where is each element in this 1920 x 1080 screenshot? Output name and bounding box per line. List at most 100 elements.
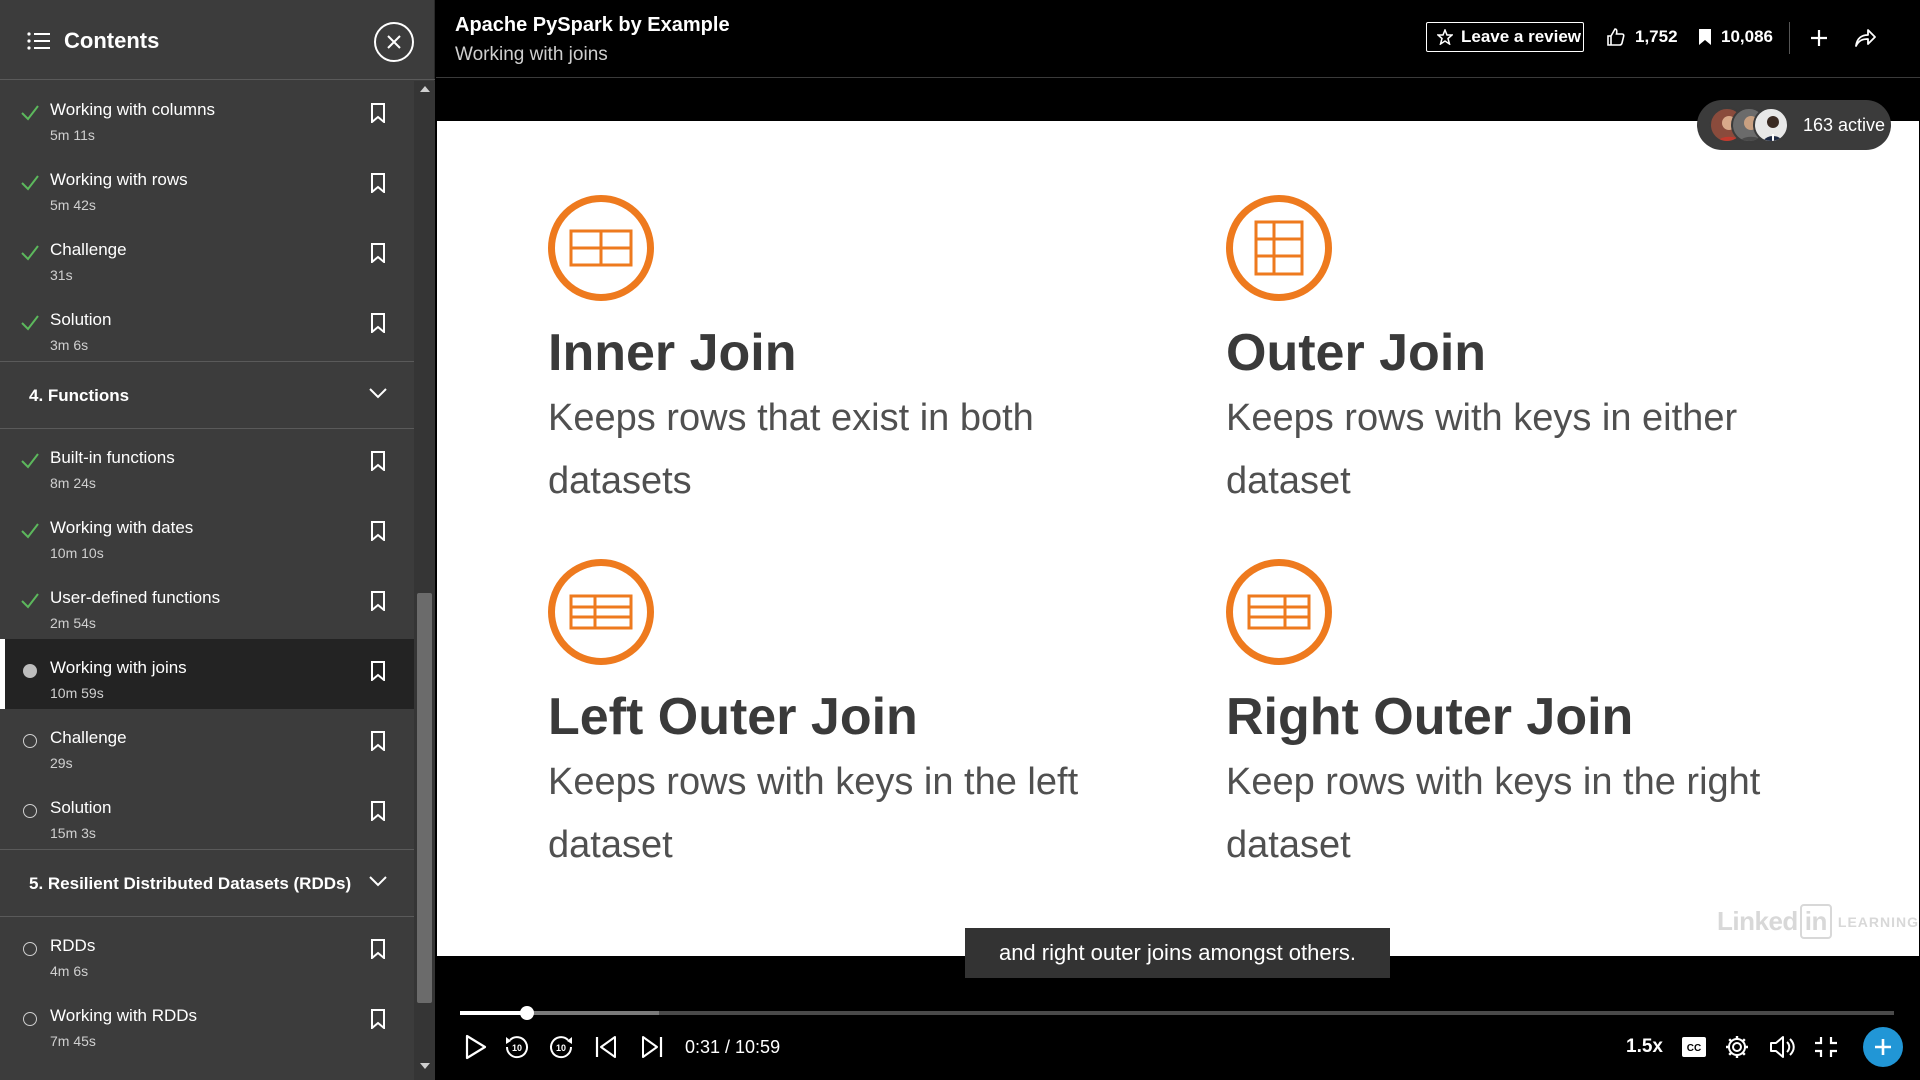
item-label: Solution xyxy=(50,310,112,329)
check-icon xyxy=(21,593,39,609)
active-learners-badge[interactable]: 163 active xyxy=(1697,100,1891,150)
watermark-in: in xyxy=(1799,904,1832,939)
bookmark-icon[interactable] xyxy=(370,591,386,611)
chevron-down-icon xyxy=(369,388,387,399)
sidebar-scrollbar[interactable] xyxy=(414,81,435,1080)
item-label: Working with dates xyxy=(50,518,194,537)
divider xyxy=(1789,22,1790,54)
close-sidebar-button[interactable] xyxy=(374,22,414,62)
bookmark-icon[interactable] xyxy=(370,243,386,263)
list-item[interactable]: Working with dates 10m 10s xyxy=(0,499,414,569)
share-icon[interactable] xyxy=(1854,27,1876,49)
bookmark-icon[interactable] xyxy=(370,801,386,821)
like-button[interactable]: 1,752 xyxy=(1606,27,1678,47)
item-label: Solution xyxy=(50,798,112,817)
table-icon xyxy=(1226,559,1332,665)
left-outer-join-desc: Keeps rows with keys in the left dataset xyxy=(548,761,1079,866)
bookmark-icon[interactable] xyxy=(370,451,386,471)
contents-list: Working with columns 5m 11s Working with… xyxy=(0,81,414,1080)
list-item[interactable]: User-defined functions 2m 54s xyxy=(0,569,414,639)
not-started-icon xyxy=(20,801,40,821)
list-item[interactable]: Built-in functions 8m 24s xyxy=(0,429,414,499)
add-to-collection-button[interactable] xyxy=(1863,1027,1903,1067)
item-duration: 8m 24s xyxy=(50,475,96,491)
table-icon xyxy=(1226,195,1332,301)
item-label: User-defined functions xyxy=(50,588,221,607)
previous-button[interactable] xyxy=(593,1032,619,1062)
review-label: Leave a review xyxy=(1461,27,1582,46)
rewind-10-button[interactable]: 10 xyxy=(502,1032,532,1062)
item-duration: 5m 42s xyxy=(50,197,96,213)
left-outer-join-block: Left Outer Join Keeps rows with keys in … xyxy=(548,559,1108,877)
captions-button[interactable]: CC xyxy=(1681,1032,1707,1062)
scrub-handle[interactable] xyxy=(520,1006,535,1020)
table-icon xyxy=(548,559,654,665)
play-button[interactable] xyxy=(462,1032,490,1062)
avatar-group xyxy=(1709,107,1791,143)
list-item[interactable]: Working with columns 5m 11s xyxy=(0,81,414,151)
right-outer-join-desc: Keep rows with keys in the right dataset xyxy=(1226,761,1761,866)
gear-icon xyxy=(1726,1036,1748,1058)
check-icon xyxy=(21,453,39,469)
scrollbar-thumb[interactable] xyxy=(417,593,432,1003)
check-icon xyxy=(21,105,39,121)
next-button[interactable] xyxy=(639,1032,665,1062)
list-item[interactable]: Working with rows 5m 42s xyxy=(0,151,414,221)
progress-bar[interactable] xyxy=(460,1006,1894,1020)
inner-join-desc: Keeps rows that exist in both datasets xyxy=(548,397,1034,502)
scroll-up-arrow[interactable] xyxy=(414,85,435,99)
list-item[interactable]: Working with RDDs 7m 45s xyxy=(0,987,414,1057)
bookmark-icon[interactable] xyxy=(370,1009,386,1029)
bookmark-icon[interactable] xyxy=(370,103,386,123)
exit-fullscreen-button[interactable] xyxy=(1813,1032,1839,1062)
item-duration: 3m 6s xyxy=(50,337,89,353)
video-player[interactable]: Inner Join Keeps rows that exist in both… xyxy=(436,79,1920,1080)
bookmark-icon[interactable] xyxy=(370,173,386,193)
forward-10-icon: 10 xyxy=(550,1036,573,1059)
list-icon xyxy=(27,32,50,50)
section-header-rdds[interactable]: 5. Resilient Distributed Datasets (RDDs) xyxy=(0,849,414,917)
table-icon xyxy=(548,195,654,301)
bookmark-icon[interactable] xyxy=(370,313,386,333)
chevron-down-icon xyxy=(369,876,387,887)
list-item[interactable]: RDDs 4m 6s xyxy=(0,917,414,987)
forward-10-button[interactable]: 10 xyxy=(546,1032,576,1062)
volume-button[interactable] xyxy=(1769,1032,1797,1062)
bookmark-icon[interactable] xyxy=(370,939,386,959)
skip-back-icon xyxy=(595,1036,616,1058)
not-started-icon xyxy=(20,731,40,751)
check-icon xyxy=(21,523,39,539)
item-label: Challenge xyxy=(50,240,127,259)
bookmark-icon[interactable] xyxy=(370,521,386,541)
item-label: Built-in functions xyxy=(50,448,175,467)
thumbs-up-icon xyxy=(1607,28,1625,46)
bookmark-icon[interactable] xyxy=(370,731,386,751)
list-item[interactable]: Challenge 31s xyxy=(0,221,414,291)
left-outer-join-title: Left Outer Join xyxy=(548,688,918,746)
list-item[interactable]: Solution 3m 6s xyxy=(0,291,414,361)
rewind-10-icon: 10 xyxy=(505,1036,528,1059)
list-item[interactable]: Challenge 29s xyxy=(0,709,414,779)
item-duration: 7m 45s xyxy=(50,1033,96,1049)
list-item[interactable]: Solution 15m 3s xyxy=(0,779,414,849)
settings-button[interactable] xyxy=(1724,1032,1750,1062)
bookmark-icon[interactable] xyxy=(370,661,386,681)
save-button[interactable]: 10,086 xyxy=(1698,27,1773,47)
exit-fullscreen-icon xyxy=(1815,1037,1837,1057)
svg-text:10: 10 xyxy=(512,1043,522,1053)
item-label: Working with joins xyxy=(50,658,187,677)
inner-join-block: Inner Join Keeps rows that exist in both… xyxy=(548,195,1108,513)
video-title: Working with joins xyxy=(455,44,608,65)
sidebar-title: Contents xyxy=(64,28,160,53)
item-label: RDDs xyxy=(50,936,96,955)
item-duration: 10m 10s xyxy=(50,545,104,561)
not-started-icon xyxy=(20,939,40,959)
course-title[interactable]: Apache PySpark by Example xyxy=(455,14,730,37)
leave-review-button[interactable]: Leave a review xyxy=(1426,22,1584,52)
add-icon[interactable] xyxy=(1808,27,1830,49)
playback-speed-button[interactable]: 1.5x xyxy=(1626,1036,1663,1058)
section-header-functions[interactable]: 4. Functions xyxy=(0,361,414,429)
list-item-current[interactable]: Working with joins 10m 59s xyxy=(0,639,414,709)
scroll-down-arrow[interactable] xyxy=(414,1062,435,1076)
not-started-icon xyxy=(20,1009,40,1029)
